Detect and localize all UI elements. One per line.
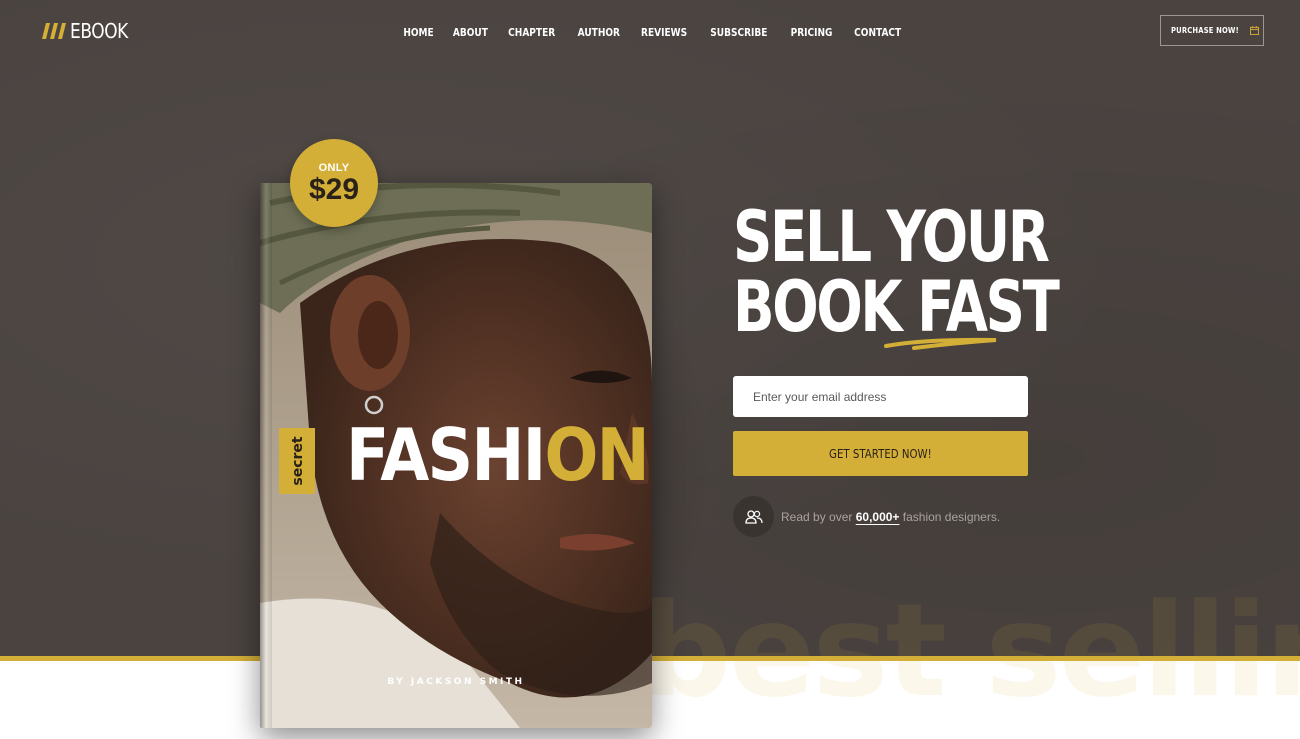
price-badge: ONLY $29	[290, 139, 378, 227]
nav-reviews[interactable]: REVIEWS	[641, 26, 687, 39]
book-title-main: FASHI	[346, 413, 546, 497]
hero-headline: SELL YOUR BOOK FAST	[733, 196, 1060, 348]
price-value: $29	[308, 172, 360, 206]
nav-contact[interactable]: CONTACT	[854, 26, 901, 39]
purchase-now-label: PURCHASE NOW!	[1171, 26, 1239, 35]
logo-text: EBOOK	[70, 19, 128, 43]
main-nav: HOME ABOUT CHAPTER AUTHOR REVIEWS SUBSCR…	[400, 24, 906, 40]
background-watermark-text: best selling bo	[640, 577, 1300, 726]
book-title-accent: ON	[544, 413, 649, 497]
get-started-button[interactable]: GET STARTED NOW!	[733, 431, 1028, 476]
nav-about[interactable]: ABOUT	[453, 26, 488, 39]
readers-prefix: Read by over	[781, 510, 856, 524]
readers-stat: Read by over 60,000+ fashion designers.	[781, 510, 1000, 524]
nav-author[interactable]: AUTHOR	[577, 26, 619, 39]
headline-underline-swash	[884, 337, 997, 350]
purchase-now-button[interactable]: PURCHASE NOW!	[1160, 15, 1264, 46]
nav-chapter[interactable]: CHAPTER	[509, 26, 556, 39]
book-cover: secret FASHION BY JACKSON SMITH	[260, 183, 652, 728]
book-spine	[260, 183, 272, 728]
price-prefix: ONLY	[318, 161, 350, 174]
calendar-icon	[1249, 26, 1259, 35]
get-started-label: GET STARTED NOW!	[829, 446, 932, 461]
nav-pricing[interactable]: PRICING	[790, 26, 832, 39]
logo[interactable]: EBOOK	[42, 18, 138, 44]
logo-stripes-icon	[42, 23, 66, 39]
readers-suffix: fashion designers.	[899, 510, 1001, 524]
nav-subscribe[interactable]: SUBSCRIBE	[710, 26, 767, 39]
book-author: BY JACKSON SMITH	[387, 677, 525, 687]
email-input[interactable]	[733, 376, 1028, 417]
users-icon	[733, 496, 774, 537]
nav-home[interactable]: HOME	[403, 26, 433, 39]
headline-line-1: SELL YOUR	[733, 196, 1050, 278]
headline-line-2: BOOK FAST	[733, 266, 1060, 348]
readers-count-link[interactable]: 60,000+	[856, 510, 900, 524]
secret-ribbon-text: secret	[290, 436, 306, 486]
book-title: FASHION	[346, 419, 650, 491]
